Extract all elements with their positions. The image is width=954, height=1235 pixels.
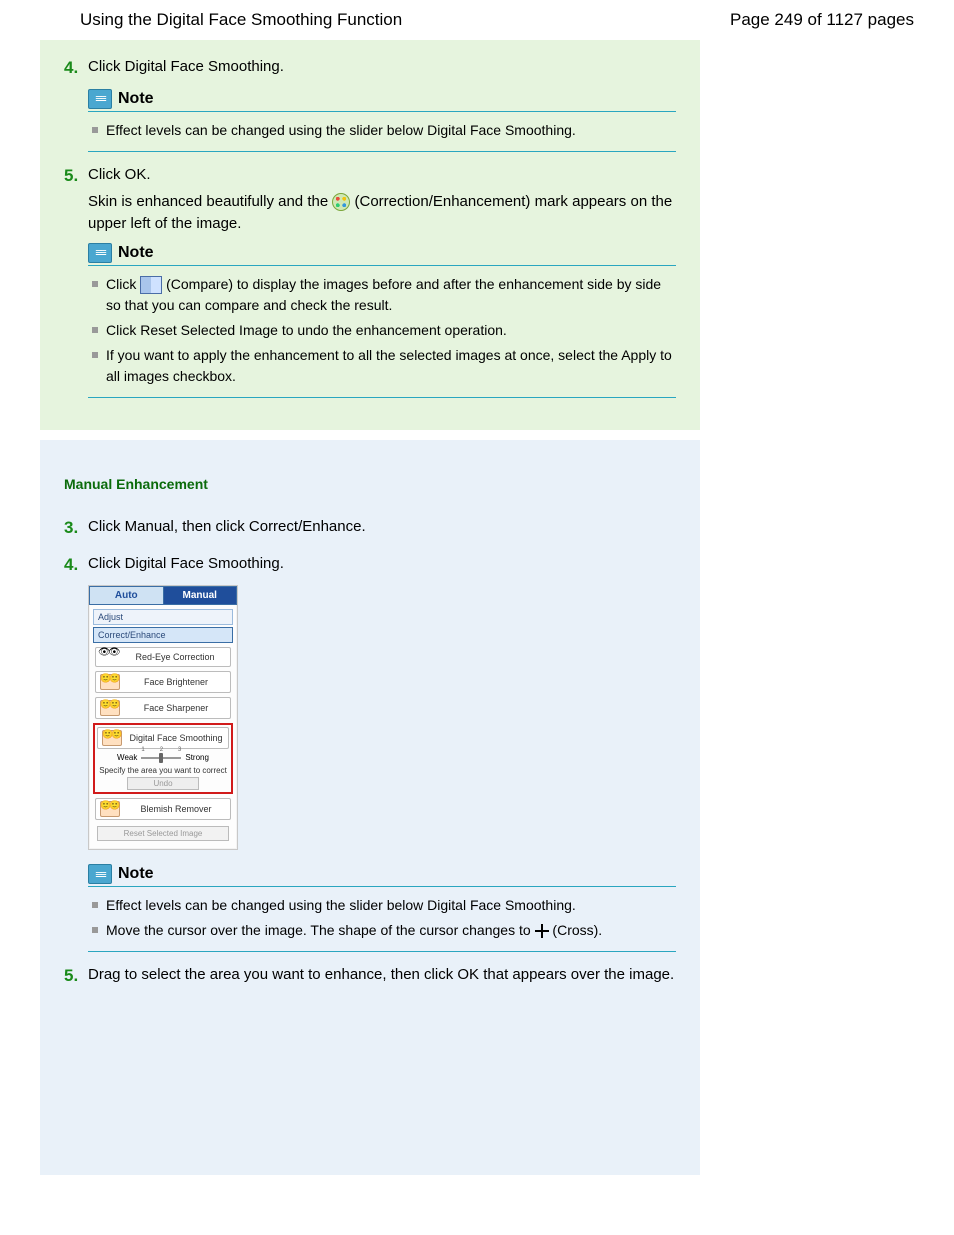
step-body: Click OK. Skin is enhanced beautifully a… (88, 164, 676, 235)
highlighted-tool-group: Digital Face Smoothing Weak 1 2 3 Strong… (93, 723, 233, 794)
step-4: 4. Click Digital Face Smoothing. (64, 56, 676, 81)
note-item: Effect levels can be changed using the s… (88, 895, 676, 916)
page-indicator: Page 249 of 1127 pages (730, 10, 914, 30)
tool-red-eye-correction[interactable]: Red-Eye Correction (95, 647, 231, 667)
note-item: Click Reset Selected Image to undo the e… (88, 320, 676, 341)
manual-section: Manual Enhancement 3. Click Manual, then… (40, 440, 700, 1175)
face-brightener-icon (100, 674, 120, 690)
page-title: Using the Digital Face Smoothing Functio… (80, 10, 402, 30)
red-eye-icon (100, 650, 118, 664)
slider-strong-label: Strong (185, 753, 209, 762)
step-text: Click Digital Face Smoothing. (88, 56, 676, 81)
note-icon: ≡≡ (88, 243, 112, 263)
step-text: Click Manual, then click Correct/Enhance… (88, 516, 676, 541)
blemish-remover-icon (100, 801, 120, 817)
tool-face-sharpener[interactable]: Face Sharpener (95, 697, 231, 719)
note-block: ≡≡ Note Click (Compare) to display the i… (88, 243, 676, 398)
note-block: ≡≡ Note Effect levels can be changed usi… (88, 864, 676, 952)
tool-blemish-remover[interactable]: Blemish Remover (95, 798, 231, 820)
face-sharpener-icon (100, 700, 120, 716)
step-text: Drag to select the area you want to enha… (88, 964, 676, 989)
specify-area-text: Specify the area you want to correct (97, 766, 229, 775)
note-label: Note (118, 865, 154, 883)
correction-enhancement-icon (332, 193, 350, 211)
step-number: 4. (64, 56, 88, 81)
step-5: 5. Drag to select the area you want to e… (64, 964, 676, 989)
note-item: Move the cursor over the image. The shap… (88, 920, 676, 941)
page-header: Using the Digital Face Smoothing Functio… (0, 0, 954, 40)
note-list: Effect levels can be changed using the s… (88, 887, 676, 952)
reset-selected-image-button[interactable]: Reset Selected Image (97, 826, 229, 841)
note-label: Note (118, 90, 154, 108)
note-icon: ≡≡ (88, 864, 112, 884)
note-item: Effect levels can be changed using the s… (88, 120, 676, 141)
step-3: 3. Click Manual, then click Correct/Enha… (64, 516, 676, 541)
step-text: Click Digital Face Smoothing. (88, 553, 676, 578)
face-smoothing-icon (102, 730, 122, 746)
note-item: If you want to apply the enhancement to … (88, 345, 676, 387)
step-5: 5. Click OK. Skin is enhanced beautifull… (64, 164, 676, 235)
tool-face-brightener[interactable]: Face Brightener (95, 671, 231, 693)
tab-manual[interactable]: Manual (163, 586, 238, 605)
tab-auto[interactable]: Auto (89, 586, 163, 605)
manual-heading: Manual Enhancement (64, 476, 676, 492)
step-number: 5. (64, 164, 88, 235)
subtab-adjust[interactable]: Adjust (93, 609, 233, 625)
note-icon: ≡≡ (88, 89, 112, 109)
step-4: 4. Click Digital Face Smoothing. (64, 553, 676, 578)
subtab-correct-enhance[interactable]: Correct/Enhance (93, 627, 233, 643)
step-number: 4. (64, 553, 88, 578)
step-description: Skin is enhanced beautifully and the (Co… (88, 191, 676, 235)
cross-icon (535, 924, 549, 938)
step-text: Click OK. (88, 164, 676, 186)
effect-slider[interactable]: 1 2 3 (141, 754, 181, 762)
note-item: Click (Compare) to display the images be… (88, 274, 676, 316)
slider-weak-label: Weak (117, 753, 137, 762)
effect-slider-row: Weak 1 2 3 Strong (97, 753, 229, 762)
correct-enhance-panel: Auto Manual Adjust Correct/Enhance Red-E… (88, 585, 238, 850)
auto-section: 4. Click Digital Face Smoothing. ≡≡ Note… (40, 40, 700, 430)
note-list: Click (Compare) to display the images be… (88, 266, 676, 398)
undo-button[interactable]: Undo (127, 777, 199, 790)
step-number: 3. (64, 516, 88, 541)
note-label: Note (118, 244, 154, 262)
note-block: ≡≡ Note Effect levels can be changed usi… (88, 89, 676, 152)
step-number: 5. (64, 964, 88, 989)
compare-icon (140, 276, 162, 294)
note-list: Effect levels can be changed using the s… (88, 112, 676, 152)
